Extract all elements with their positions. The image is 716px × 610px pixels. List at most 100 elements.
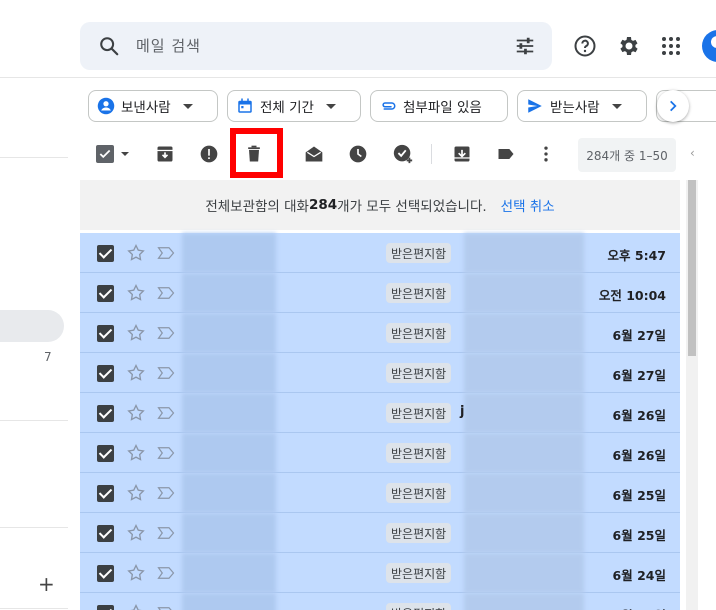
sender-redacted xyxy=(182,433,276,473)
table-row[interactable]: 받은편지함 오전 10:04 xyxy=(80,273,680,313)
add-to-tasks-button[interactable] xyxy=(392,143,414,165)
star-icon[interactable] xyxy=(126,523,146,543)
row-checkbox[interactable] xyxy=(97,485,114,502)
search-input[interactable] xyxy=(136,34,496,58)
row-checkbox[interactable] xyxy=(97,525,114,542)
table-row[interactable]: 받은편지함 j 6월 26일 xyxy=(80,393,680,433)
search-icon[interactable] xyxy=(98,35,120,57)
more-vert-icon xyxy=(544,146,548,162)
tune-icon[interactable] xyxy=(514,35,536,57)
star-icon[interactable] xyxy=(126,403,146,423)
importance-icon[interactable] xyxy=(157,486,175,500)
toolbar-divider xyxy=(431,144,432,164)
email-date: 6월 26일 xyxy=(612,448,666,463)
search-bar[interactable] xyxy=(80,22,552,70)
subject-redacted xyxy=(464,513,584,553)
clear-selection-link[interactable]: 선택 취소 xyxy=(501,195,555,215)
mark-as-read-button[interactable] xyxy=(303,143,325,165)
chevron-right-icon[interactable] xyxy=(657,90,689,122)
importance-icon[interactable] xyxy=(157,446,175,460)
star-icon[interactable] xyxy=(126,363,146,383)
filter-chip-to[interactable]: 받는사람 xyxy=(517,90,647,122)
table-row[interactable]: 받은편지함 6월 24일 xyxy=(80,553,680,593)
banner-suffix: 개가 모두 선택되었습니다. xyxy=(337,199,487,215)
star-icon[interactable] xyxy=(126,243,146,263)
add-task-icon xyxy=(393,144,413,164)
send-icon xyxy=(528,99,542,113)
importance-icon[interactable] xyxy=(157,246,175,260)
chevron-left-icon[interactable]: ‹ xyxy=(690,146,695,160)
row-checkbox[interactable] xyxy=(97,405,114,422)
table-row[interactable]: 받은편지함 6월 25일 xyxy=(80,473,680,513)
more-options-button[interactable] xyxy=(535,143,557,165)
inbox-label: 받은편지함 xyxy=(386,443,452,463)
importance-icon[interactable] xyxy=(157,526,175,540)
star-icon[interactable] xyxy=(126,443,146,463)
scrollbar-thumb[interactable] xyxy=(688,180,696,356)
importance-icon[interactable] xyxy=(157,606,175,610)
inbox-label: 받은편지함 xyxy=(386,363,452,383)
star-icon[interactable] xyxy=(126,483,146,503)
sidebar-divider xyxy=(0,157,68,158)
clock-icon xyxy=(349,145,367,163)
gear-icon[interactable] xyxy=(616,34,640,58)
filter-chip-label: 보낸사람 xyxy=(121,100,171,116)
filter-chip-date[interactable]: 전체 기간 xyxy=(227,90,361,122)
table-row[interactable]: 받은편지함 6월 24일 xyxy=(80,593,680,610)
sender-redacted xyxy=(182,513,276,553)
row-checkbox[interactable] xyxy=(97,365,114,382)
row-checkbox[interactable] xyxy=(97,285,114,302)
importance-icon[interactable] xyxy=(157,286,175,300)
filter-chip-from[interactable]: 보낸사람 xyxy=(88,90,218,122)
filter-chip-label: 첨부파일 있음 xyxy=(403,100,482,116)
header-divider xyxy=(0,77,716,78)
banner-count: 284 xyxy=(308,197,338,213)
importance-icon[interactable] xyxy=(157,406,175,420)
help-icon[interactable] xyxy=(573,34,597,58)
subject-redacted xyxy=(464,353,584,393)
subject-redacted xyxy=(464,553,584,593)
importance-icon[interactable] xyxy=(157,366,175,380)
row-checkbox[interactable] xyxy=(97,325,114,342)
row-checkbox[interactable] xyxy=(97,605,114,610)
importance-icon[interactable] xyxy=(157,566,175,580)
sender-redacted xyxy=(182,473,276,513)
snooze-button[interactable] xyxy=(347,143,369,165)
chevron-down-icon[interactable] xyxy=(121,152,129,156)
add-label-icon[interactable]: + xyxy=(38,572,55,596)
gmail-window: 7 + 보낸사람 전체 기간 첨부파일 있음 받는사람 xyxy=(0,0,716,610)
apps-icon[interactable] xyxy=(659,34,683,58)
importance-icon[interactable] xyxy=(157,326,175,340)
table-row[interactable]: 받은편지함 6월 27일 xyxy=(80,353,680,393)
subject-fragment: j xyxy=(460,404,465,419)
open-envelope-icon xyxy=(305,146,323,162)
table-row[interactable]: 받은편지함 6월 27일 xyxy=(80,313,680,353)
table-row[interactable]: 받은편지함 6월 25일 xyxy=(80,513,680,553)
report-spam-button[interactable] xyxy=(198,143,220,165)
row-checkbox[interactable] xyxy=(97,445,114,462)
sender-redacted xyxy=(182,313,276,353)
label-button[interactable] xyxy=(495,143,517,165)
window-edge xyxy=(698,180,716,610)
filter-chip-attachment[interactable]: 첨부파일 있음 xyxy=(370,90,508,122)
sidebar-divider xyxy=(0,527,68,528)
row-checkbox[interactable] xyxy=(97,565,114,582)
row-checkbox[interactable] xyxy=(97,245,114,262)
star-icon[interactable] xyxy=(126,283,146,303)
inbox-label: 받은편지함 xyxy=(386,403,452,423)
banner-prefix: 전체보관함의 대화 xyxy=(205,199,309,215)
star-icon[interactable] xyxy=(126,323,146,343)
sidebar-item-active[interactable] xyxy=(0,310,64,342)
table-row[interactable]: 받은편지함 6월 26일 xyxy=(80,433,680,473)
move-to-button[interactable] xyxy=(451,143,473,165)
sidebar-divider xyxy=(0,420,68,421)
star-icon[interactable] xyxy=(126,603,146,610)
avatar[interactable] xyxy=(702,30,716,62)
table-row[interactable]: 받은편지함 오후 5:47 xyxy=(80,233,680,273)
archive-icon xyxy=(157,146,173,162)
inbox-label: 받은편지함 xyxy=(386,563,452,583)
label-icon xyxy=(498,149,514,159)
star-icon[interactable] xyxy=(126,563,146,583)
archive-button[interactable] xyxy=(154,143,176,165)
email-date: 6월 24일 xyxy=(613,605,666,610)
